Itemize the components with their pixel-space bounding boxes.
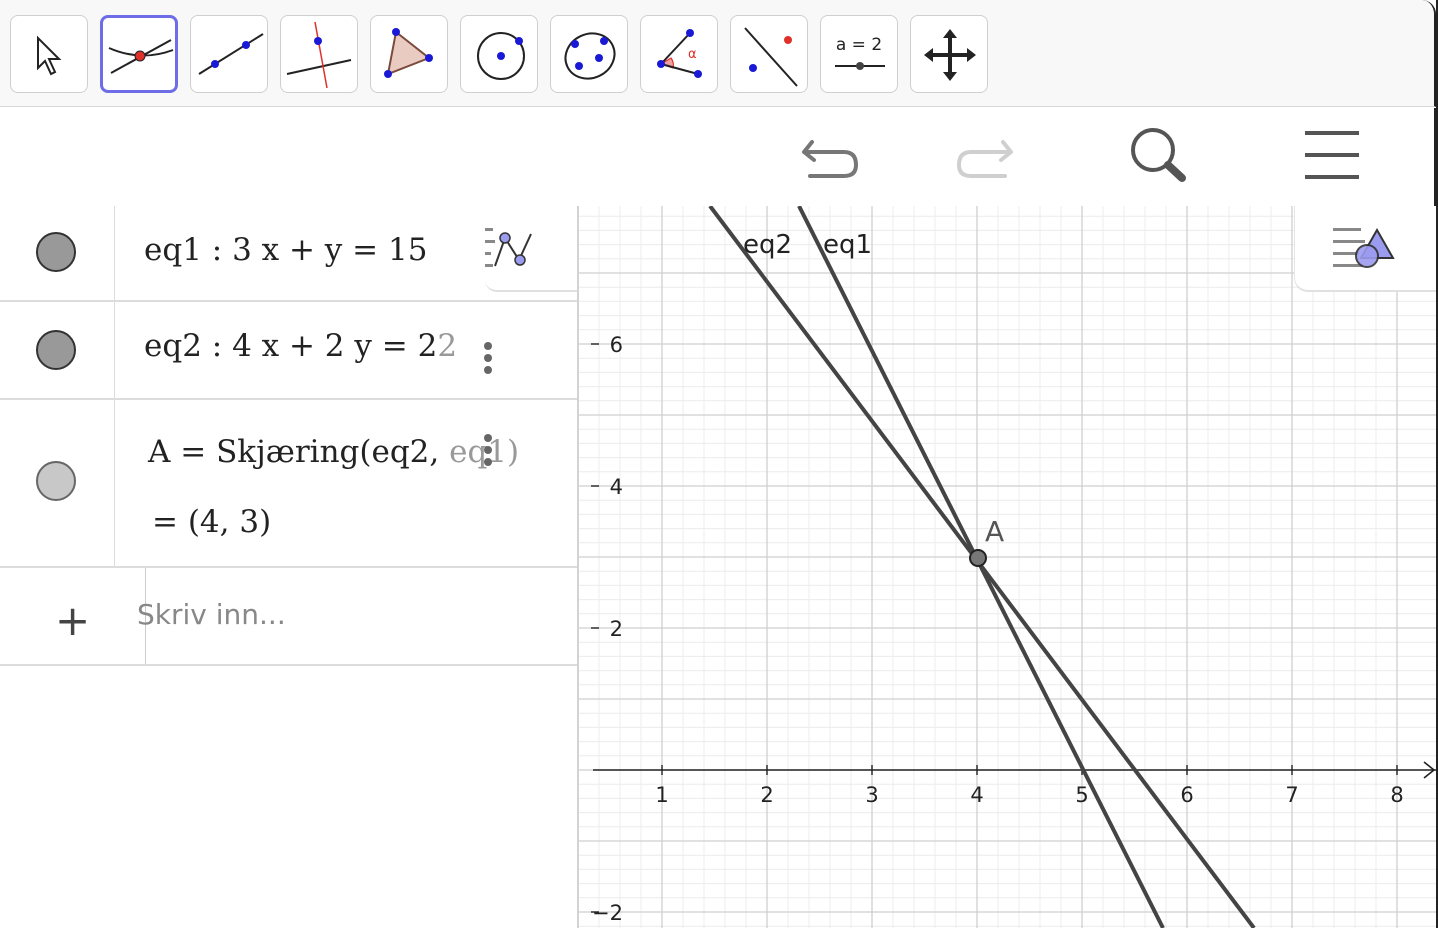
expression-eq2-text: eq2 : 4 x + 2 y = 2 <box>144 328 438 364</box>
perpendicular-tool-button[interactable] <box>280 15 358 93</box>
redo-icon <box>956 140 1013 178</box>
point-A[interactable] <box>969 549 987 567</box>
circle-center-point-icon <box>477 32 525 80</box>
x-tick-label: 3 <box>865 783 878 807</box>
redo-button[interactable] <box>945 118 1025 198</box>
search-button[interactable] <box>1120 118 1200 198</box>
arrow-cursor-icon <box>37 35 62 76</box>
slider-tool-button[interactable]: a = 2 <box>820 15 898 93</box>
algebra-view: eq1 : 3 x + y = 15 eq2 : 4 x + 2 y = 22 … <box>0 206 577 928</box>
label-eq2[interactable]: eq2 <box>743 230 792 260</box>
x-tick-label: 8 <box>1390 783 1403 807</box>
undo-button[interactable] <box>790 118 870 198</box>
main-menu-button[interactable] <box>1292 118 1372 198</box>
intersect-tool-button[interactable] <box>100 15 178 93</box>
y-tick-label: 2 <box>610 617 623 641</box>
graphics-style-icon <box>1333 227 1395 268</box>
angle-tool-button[interactable]: α <box>640 15 718 93</box>
x-tick-label: 1 <box>655 783 668 807</box>
intersect-icon <box>108 39 174 74</box>
y-tick-label: −2 <box>592 901 623 925</box>
visibility-toggle-eq2[interactable] <box>36 330 76 370</box>
line-through-points-icon <box>198 33 264 75</box>
expression-A[interactable]: A = Skjæring(eq2, eq1) <box>148 434 519 470</box>
y-tick-label: 4 <box>610 475 623 499</box>
visibility-toggle-A[interactable] <box>36 461 76 501</box>
expression-eq2-faint-text: 2 <box>437 328 458 364</box>
line-eq2[interactable] <box>708 206 1256 928</box>
label-point-A[interactable]: A <box>985 515 1004 548</box>
x-tick-label: 6 <box>1180 783 1193 807</box>
x-tick-label: 4 <box>970 783 983 807</box>
svg-text:a = 2: a = 2 <box>836 35 882 55</box>
search-icon <box>1131 128 1186 182</box>
perpendicular-line-icon <box>286 21 352 89</box>
x-tick-label: 5 <box>1075 783 1088 807</box>
menu-icon <box>1305 131 1359 179</box>
undo-icon <box>802 140 859 178</box>
polygon-icon <box>384 28 433 78</box>
algebra-graph-style-icon <box>473 228 532 267</box>
circle-tool-button[interactable] <box>460 15 538 93</box>
label-eq1[interactable]: eq1 <box>823 230 872 260</box>
reflect-line-icon <box>744 27 798 87</box>
header-bar <box>0 108 1436 206</box>
x-tick-label: 2 <box>760 783 773 807</box>
x-tick-label: 7 <box>1285 783 1298 807</box>
algebra-input-row[interactable]: + Skriv inn... <box>0 568 577 666</box>
graphics-view[interactable]: 1 2 3 4 5 6 7 8 6 4 2 −2 eq1 eq2 A <box>579 206 1436 928</box>
angle-icon: α <box>657 29 702 78</box>
y-tick-label: 6 <box>610 333 623 357</box>
move-tool-button[interactable] <box>10 15 88 93</box>
toolbar: α a = 2 <box>0 0 1436 107</box>
expression-eq2[interactable]: eq2 : 4 x + 2 y = 22 <box>144 328 457 364</box>
line-tool-button[interactable] <box>190 15 268 93</box>
conic-tool-button[interactable] <box>550 15 628 93</box>
more-options-icon[interactable] <box>483 342 493 382</box>
conic-icon <box>564 32 616 80</box>
algebra-row-A[interactable]: A = Skjæring(eq2, eq1) = (4, 3) <box>0 400 577 568</box>
add-icon[interactable]: + <box>55 596 90 645</box>
algebra-input-placeholder[interactable]: Skriv inn... <box>137 598 286 631</box>
polygon-tool-button[interactable] <box>370 15 448 93</box>
graphics-canvas[interactable]: 1 2 3 4 5 6 7 8 6 4 2 −2 eq1 eq2 A <box>579 206 1436 928</box>
algebra-style-button[interactable] <box>473 206 577 292</box>
slider-icon: a = 2 <box>835 35 885 70</box>
more-options-icon[interactable] <box>483 434 493 474</box>
svg-text:α: α <box>688 47 697 62</box>
four-arrows-move-icon <box>924 29 976 81</box>
visibility-toggle-eq1[interactable] <box>36 232 76 272</box>
move-view-tool-button[interactable] <box>910 15 988 93</box>
expression-eq1[interactable]: eq1 : 3 x + y = 15 <box>144 232 427 268</box>
value-A: = (4, 3) <box>152 504 272 540</box>
expression-A-text: A = Skjæring(eq2, <box>148 434 450 470</box>
algebra-row-eq2[interactable]: eq2 : 4 x + 2 y = 22 <box>0 302 577 400</box>
graphics-style-button[interactable] <box>1294 206 1437 292</box>
reflect-tool-button[interactable] <box>730 15 808 93</box>
